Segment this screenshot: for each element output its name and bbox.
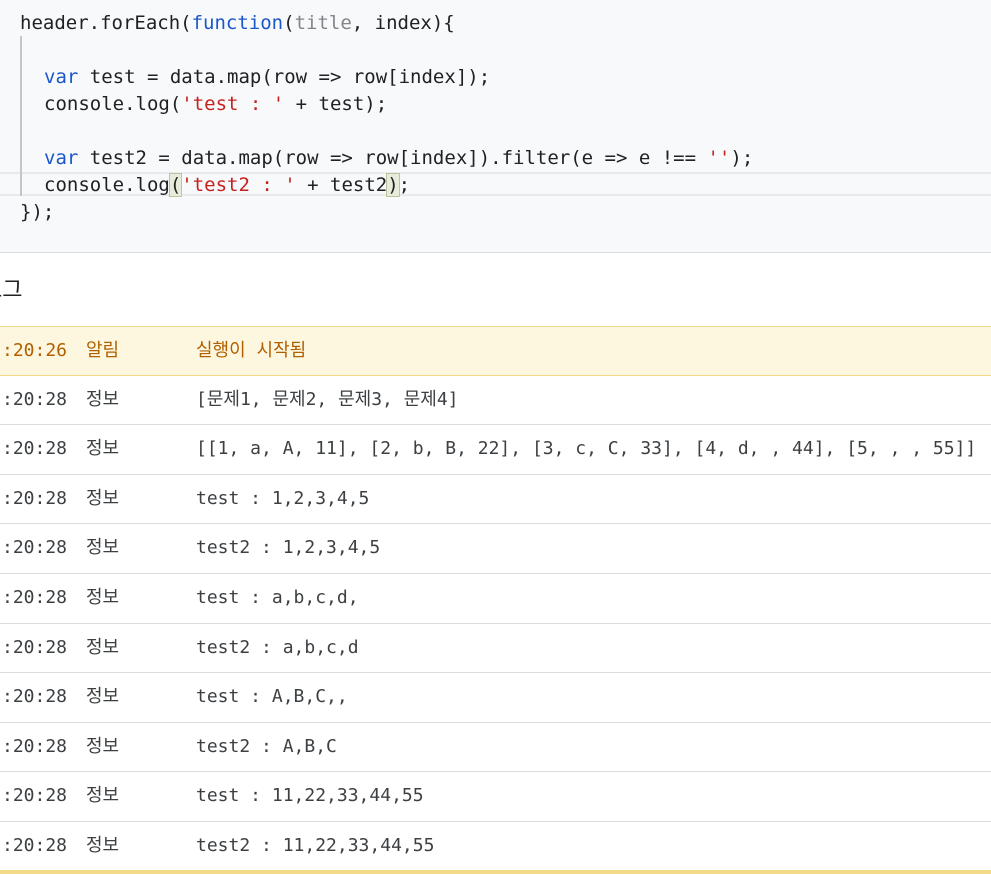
- code-token: var: [44, 147, 79, 169]
- log-message: test2 : 1,2,3,4,5: [196, 537, 381, 559]
- code-token: ): [386, 173, 400, 197]
- code-token: var: [44, 66, 79, 88]
- log-message: test2 : A,B,C: [196, 735, 337, 757]
- log-level: 알림: [86, 340, 120, 361]
- code-token: + test2: [295, 174, 388, 196]
- indent-guide: [20, 36, 22, 196]
- log-level: 정보: [86, 834, 120, 856]
- log-row: :20:28 정보 [문제1, 문제2, 문제3, 문제4]: [0, 376, 991, 426]
- code-token: header.forEach(: [20, 12, 192, 34]
- log-message: test2 : a,b,c,d: [196, 636, 359, 658]
- log-title: 로그: [0, 278, 23, 303]
- log-message: [[1, a, A, 11], [2, b, B, 22], [3, c, C,…: [196, 438, 977, 460]
- code-token: test2 = data.map(row => row[index]).filt…: [78, 147, 708, 169]
- log-time: :20:28: [2, 636, 68, 658]
- log-message: test2 : 11,22,33,44,55: [196, 834, 435, 856]
- log-row: :20:28 정보 test2 : a,b,c,d: [0, 624, 991, 674]
- code-line[interactable]: console.log('test2 : ' + test2);: [44, 172, 410, 198]
- log-row: :20:26 알림 실행이 시작됨: [0, 326, 991, 376]
- log-time: :20:28: [2, 834, 68, 856]
- log-time: :20:28: [2, 586, 68, 608]
- code-line[interactable]: console.log('test : ' + test);: [44, 91, 387, 117]
- log-time: :20:28: [2, 735, 68, 757]
- log-row: :20:28 정보 test2 : 11,22,33,44,55: [0, 822, 991, 872]
- log-row: :20:28 정보 test : 1,2,3,4,5: [0, 475, 991, 525]
- log-row: :20:28 정보 test2 : 1,2,3,4,5: [0, 524, 991, 574]
- log-level: 정보: [86, 438, 120, 460]
- log-level: 정보: [86, 636, 120, 658]
- code-token: ;: [398, 174, 411, 196]
- code-line[interactable]: header.forEach(function(title, index){: [20, 10, 455, 36]
- log-row: :20:28 정보 test : a,b,c,d,: [0, 574, 991, 624]
- log-message: test : 11,22,33,44,55: [196, 785, 424, 807]
- log-message: test : a,b,c,d,: [196, 586, 359, 608]
- log-time: :20:28: [2, 388, 68, 410]
- log-message: test : A,B,C,,: [196, 686, 348, 708]
- log-level: 정보: [86, 686, 120, 708]
- code-token: 'test : ': [181, 93, 285, 115]
- log-row: :20:28 정보 test : 11,22,33,44,55: [0, 772, 991, 822]
- log-level: 정보: [86, 785, 120, 807]
- code-token: title: [294, 12, 352, 34]
- code-token: (: [283, 12, 295, 34]
- code-token: + test);: [284, 93, 388, 115]
- code-line[interactable]: });: [20, 199, 54, 225]
- log-time: :20:28: [2, 487, 68, 509]
- log-level: 정보: [86, 735, 120, 757]
- log-level: 정보: [86, 487, 120, 509]
- code-editor[interactable]: header.forEach(function(title, index){va…: [0, 0, 991, 253]
- code-token: console.log(: [44, 93, 182, 115]
- log-level: 정보: [86, 388, 120, 410]
- log-level: 정보: [86, 586, 120, 608]
- log-message: [문제1, 문제2, 문제3, 문제4]: [196, 388, 459, 410]
- log-row: :20:28 정보 test2 : A,B,C: [0, 723, 991, 773]
- log-row: :20:28 정보 [[1, a, A, 11], [2, b, B, 22], […: [0, 425, 991, 475]
- log-row: :20:28 정보 test : A,B,C,,: [0, 673, 991, 723]
- log-level: 정보: [86, 537, 120, 559]
- code-line[interactable]: var test = data.map(row => row[index]);: [44, 64, 490, 90]
- log-time: :20:28: [2, 438, 68, 460]
- code-token: '': [707, 147, 731, 169]
- code-token: });: [20, 201, 55, 223]
- code-token: );: [730, 147, 754, 169]
- code-token: test = data.map(row => row[index]);: [78, 66, 491, 88]
- code-token: console.log: [44, 174, 170, 196]
- log-message: 실행이 시작됨: [196, 340, 307, 361]
- log-time: :20:28: [2, 537, 68, 559]
- log-table: :20:26 알림 실행이 시작됨 :20:28 정보 [문제1, 문제2, 문제3, 문…: [0, 326, 991, 872]
- code-token: 'test2 : ': [181, 174, 296, 196]
- code-token: (: [168, 173, 183, 197]
- log-time: :20:28: [2, 785, 68, 807]
- log-time: :20:28: [2, 686, 68, 708]
- log-time: :20:26: [2, 340, 68, 361]
- code-token: function: [191, 12, 284, 34]
- next-row-border: [0, 870, 991, 874]
- code-token: , index){: [351, 12, 455, 34]
- log-message: test : 1,2,3,4,5: [196, 487, 370, 509]
- code-line[interactable]: var test2 = data.map(row => row[index]).…: [44, 145, 753, 171]
